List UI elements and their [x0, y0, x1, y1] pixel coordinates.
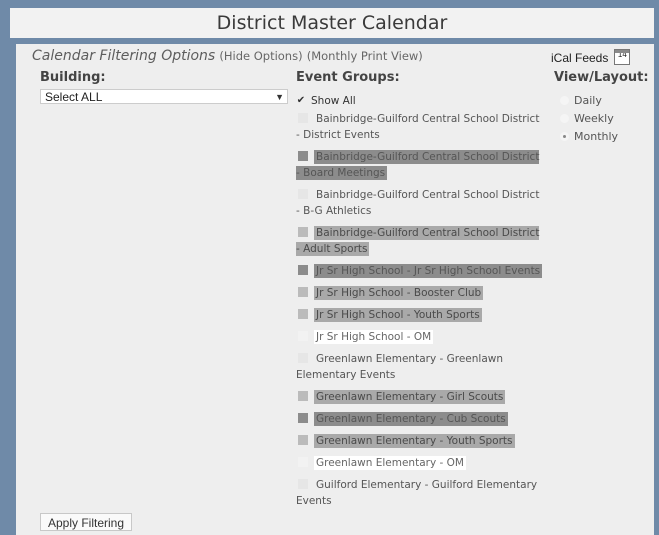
checkbox[interactable] — [298, 151, 308, 161]
building-heading: Building: — [40, 70, 106, 85]
checkbox[interactable] — [298, 391, 308, 401]
radio-button[interactable] — [560, 113, 569, 123]
event-group-item[interactable]: Guilford Elementary - Guilford Elementar… — [296, 477, 546, 509]
calendar-icon-day: 14 — [617, 50, 627, 59]
event-group-item[interactable]: Greenlawn Elementary - Cub Scouts — [296, 411, 546, 427]
show-all-label: Show All — [311, 95, 356, 107]
event-group-item[interactable]: Greenlawn Elementary - Girl Scouts — [296, 389, 546, 405]
checkbox[interactable] — [298, 309, 308, 319]
event-group-item[interactable]: Bainbridge-Guilford Central School Distr… — [296, 225, 546, 257]
checkbox[interactable] — [298, 189, 308, 199]
view-option-monthly[interactable]: Monthly — [560, 127, 618, 145]
event-group-item[interactable]: Bainbridge-Guilford Central School Distr… — [296, 149, 546, 181]
radio-button[interactable] — [560, 131, 569, 141]
checkbox[interactable] — [298, 353, 308, 363]
monthly-print-view-link[interactable]: (Monthly Print View) — [307, 49, 423, 63]
view-layout-heading: View/Layout: — [554, 70, 649, 85]
radio-button[interactable] — [560, 95, 569, 105]
checkbox[interactable] — [298, 435, 308, 445]
checkbox[interactable] — [298, 479, 308, 489]
show-all-checkbox[interactable]: ✔ Show All — [296, 91, 546, 111]
chevron-down-icon[interactable]: ▼ — [275, 90, 284, 105]
view-option-daily[interactable]: Daily — [560, 91, 618, 109]
checkmark-icon[interactable]: ✔ — [296, 96, 306, 106]
filter-header: Calendar Filtering Options (Hide Options… — [32, 48, 423, 64]
event-group-item[interactable]: Jr Sr High School - Jr Sr High School Ev… — [296, 263, 546, 279]
hide-options-link[interactable]: (Hide Options) — [219, 49, 302, 63]
ical-feeds-label[interactable]: iCal Feeds — [551, 51, 608, 65]
event-group-item[interactable]: Jr Sr High School - Booster Club — [296, 285, 546, 301]
checkbox[interactable] — [298, 331, 308, 341]
checkbox[interactable] — [298, 287, 308, 297]
checkbox[interactable] — [298, 413, 308, 423]
filter-options-label: Calendar Filtering Options — [32, 48, 216, 64]
event-group-item[interactable]: Bainbridge-Guilford Central School Distr… — [296, 187, 546, 219]
event-group-item[interactable]: Greenlawn Elementary - Greenlawn Element… — [296, 351, 546, 383]
checkbox[interactable] — [298, 227, 308, 237]
checkbox[interactable] — [298, 457, 308, 467]
calendar-icon[interactable]: 14 — [614, 49, 631, 65]
event-group-item[interactable]: Jr Sr High School - Youth Sports — [296, 307, 546, 323]
building-select-value: Select ALL — [45, 90, 103, 104]
apply-filtering-button[interactable]: Apply Filtering — [40, 513, 132, 531]
ical-feeds[interactable]: iCal Feeds 14 — [551, 49, 631, 66]
event-group-item[interactable]: Greenlawn Elementary - Youth Sports — [296, 433, 546, 449]
checkbox[interactable] — [298, 265, 308, 275]
event-groups-list: ✔ Show All Bainbridge-Guilford Central S… — [296, 91, 546, 515]
page-title: District Master Calendar — [10, 8, 654, 38]
event-group-item[interactable]: Bainbridge-Guilford Central School Distr… — [296, 111, 546, 143]
building-select[interactable]: Select ALL ▼ — [40, 89, 288, 104]
event-groups-heading: Event Groups: — [296, 70, 400, 85]
event-group-item[interactable]: Greenlawn Elementary - OM — [296, 455, 546, 471]
view-layout-options: Daily Weekly Monthly — [560, 91, 618, 145]
event-group-item[interactable]: Jr Sr High School - OM — [296, 329, 546, 345]
checkbox[interactable] — [298, 113, 308, 123]
view-option-weekly[interactable]: Weekly — [560, 109, 618, 127]
